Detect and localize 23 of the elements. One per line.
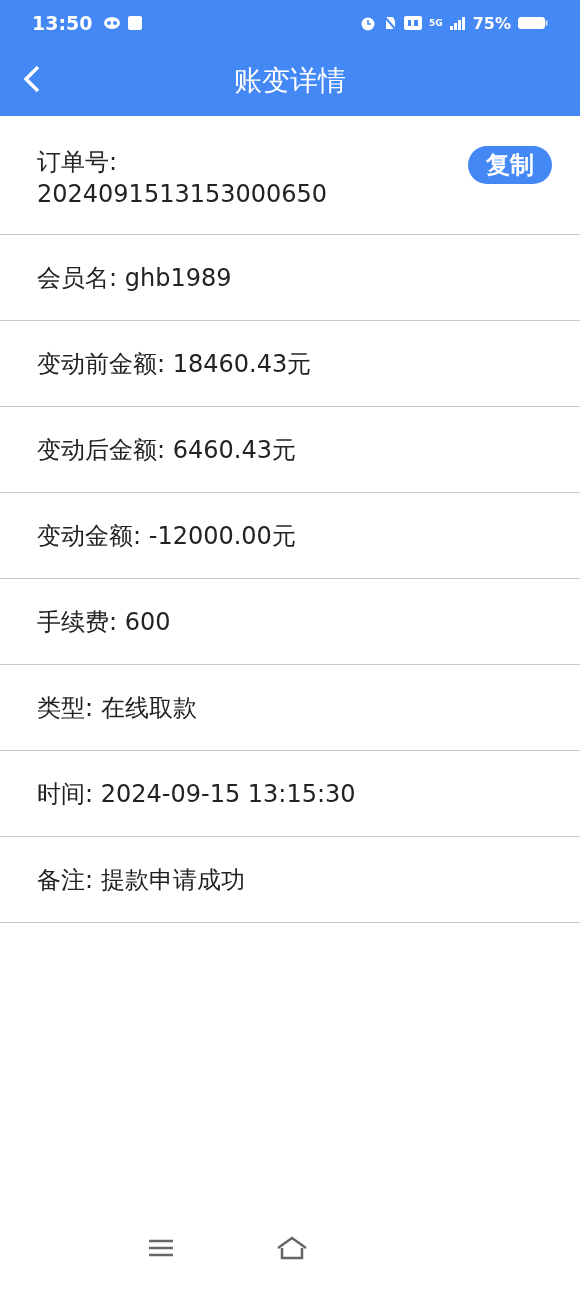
mask-icon	[103, 16, 122, 30]
detail-field: 备注: 提款申请成功	[37, 863, 245, 896]
alarm-icon	[360, 15, 377, 31]
detail-field: 变动后金额: 6460.43元	[37, 433, 296, 466]
detail-field: 变动前金额: 18460.43元	[37, 347, 312, 380]
square-icon	[128, 16, 143, 30]
detail-field: 变动金额: -12000.00元	[37, 519, 296, 552]
back-button[interactable]	[22, 64, 42, 94]
detail-field: 会员名: ghb1989	[37, 261, 232, 294]
network-label: 5G	[429, 18, 443, 28]
menu-icon[interactable]	[148, 1238, 174, 1258]
detail-field: 手续费: 600	[37, 605, 171, 638]
status-time: 13:50	[32, 12, 93, 34]
detail-field: 类型: 在线取款	[37, 691, 197, 724]
detail-field: 时间: 2024-09-15 13:15:30	[37, 777, 356, 810]
copy-button[interactable]: 复制	[468, 146, 552, 184]
order-label: 订单号:	[37, 147, 119, 178]
battery-icon	[518, 16, 548, 30]
page-title: 账变详情	[234, 63, 346, 99]
order-number: 2024091513153000650	[37, 180, 328, 208]
home-icon[interactable]	[276, 1236, 308, 1260]
battery-percent: 75%	[472, 13, 511, 33]
signal-icon	[449, 16, 466, 30]
